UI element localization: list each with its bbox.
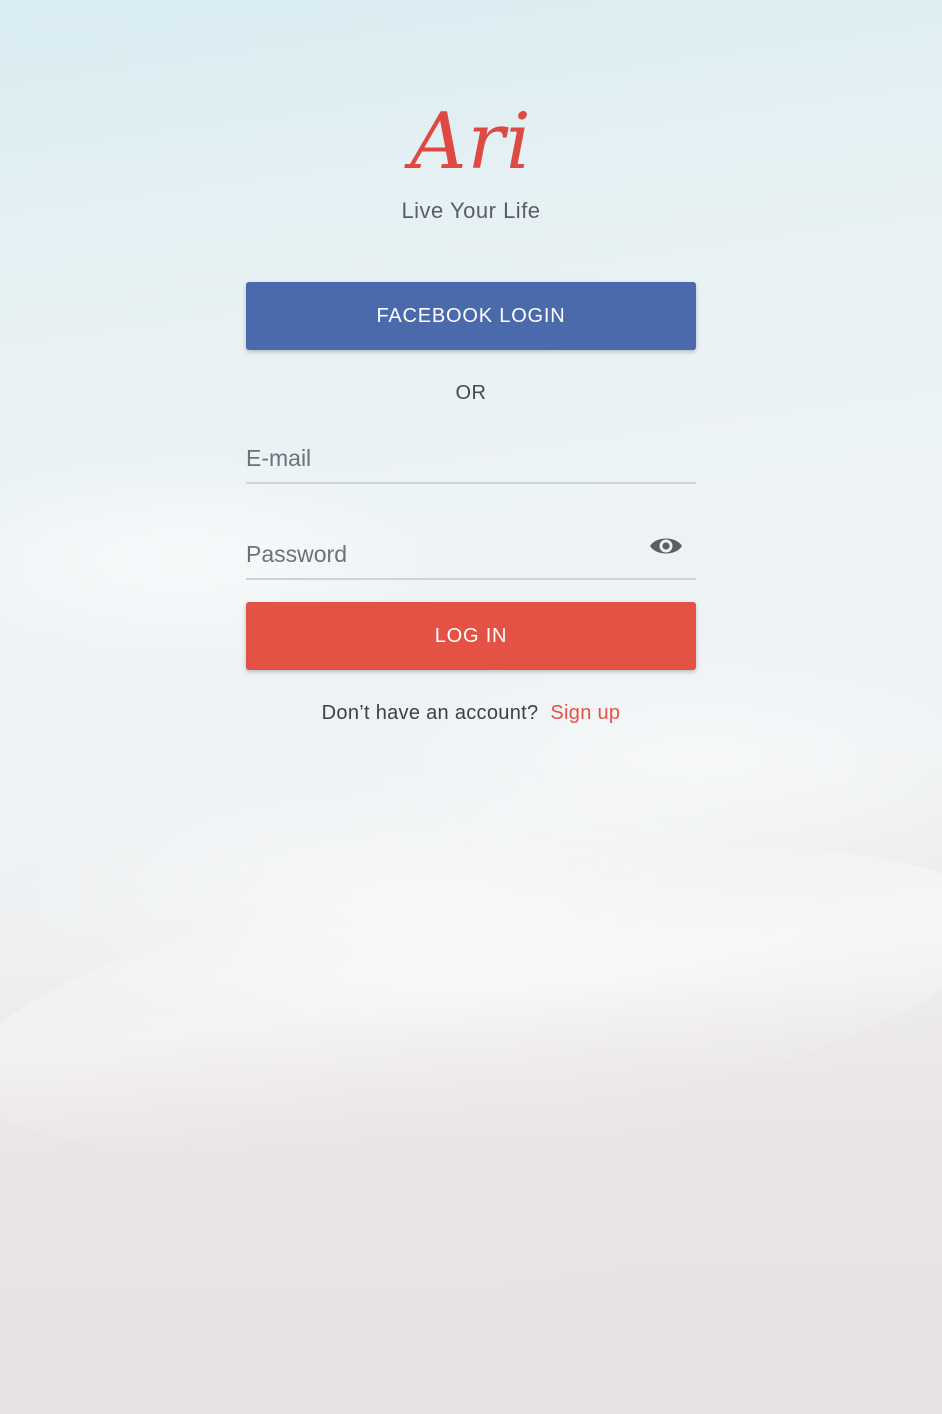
password-field xyxy=(246,526,696,580)
app-logo: Ari xyxy=(410,97,532,187)
login-button[interactable]: LOG IN xyxy=(246,602,696,670)
facebook-login-button[interactable]: FACEBOOK LOGIN xyxy=(246,282,696,350)
password-input[interactable] xyxy=(246,534,636,574)
or-divider-label: OR xyxy=(455,382,487,404)
eye-icon[interactable] xyxy=(648,530,684,562)
app-tagline: Live Your Life xyxy=(401,198,541,223)
signup-row: Don’t have an account? Sign up xyxy=(0,702,942,725)
signup-prompt: Don’t have an account? xyxy=(321,702,539,724)
signup-link[interactable]: Sign up xyxy=(550,702,620,724)
sand-decoration xyxy=(0,980,942,1414)
email-input[interactable] xyxy=(246,438,636,478)
email-field xyxy=(246,430,696,484)
